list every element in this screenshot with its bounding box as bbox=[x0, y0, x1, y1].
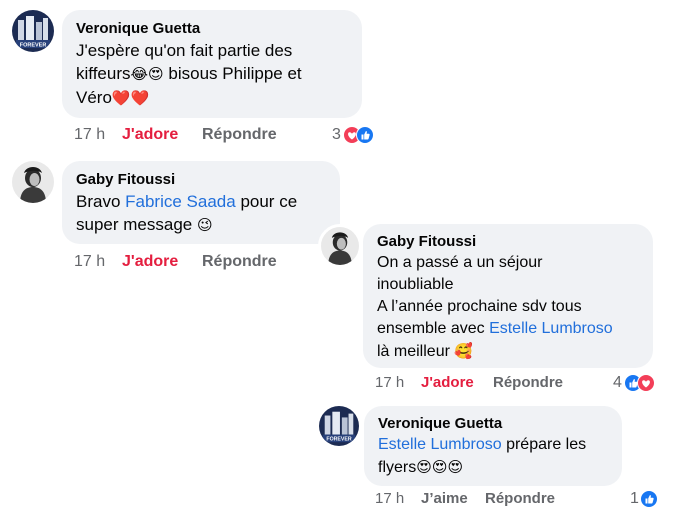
comment-bubble: Gaby Fitoussi Bravo Fabrice Saada pour c… bbox=[62, 161, 340, 244]
comment-line: kiffeurs😂😍 bisous Philippe et bbox=[76, 62, 348, 86]
comment-actions: 17 h J'adore Répondre bbox=[74, 125, 374, 145]
wink-emoji-icon: 😉 bbox=[196, 216, 213, 234]
comment-line: Bravo Fabrice Saada pour ce bbox=[76, 190, 326, 213]
reaction-count: 3 bbox=[332, 126, 341, 143]
comment-line: ensemble avec Estelle Lumbroso bbox=[377, 318, 639, 340]
text-segment: Véro bbox=[76, 88, 112, 107]
comment-bubble: Veronique Guetta J'espère qu'on fait par… bbox=[62, 10, 362, 118]
reaction-button[interactable]: J'adore bbox=[122, 252, 178, 272]
reaction-summary[interactable]: 1 bbox=[630, 489, 670, 509]
comment-bubble: Gaby Fitoussi On a passé a un séjour ino… bbox=[363, 224, 653, 368]
comment-time[interactable]: 17 h bbox=[375, 489, 404, 509]
reply-button[interactable]: Répondre bbox=[202, 125, 277, 145]
comment-text: Estelle Lumbroso prépare les flyers😍😍😍 bbox=[378, 434, 608, 479]
comment-line: là meilleur 🥰 bbox=[377, 340, 639, 363]
comment-text: Bravo Fabrice Saada pour ce super messag… bbox=[76, 190, 326, 237]
like-button[interactable]: J’aime bbox=[421, 489, 468, 509]
like-reaction-icon bbox=[640, 490, 658, 508]
svg-text:FOREVER: FOREVER bbox=[20, 43, 47, 49]
mention-link[interactable]: Estelle Lumbroso bbox=[489, 320, 613, 337]
heart-eyes-emoji-icon: 😍😍😍 bbox=[416, 458, 464, 476]
comment-line: flyers😍😍😍 bbox=[378, 456, 608, 479]
forever-logo-avatar-icon: FOREVER bbox=[12, 10, 54, 52]
reply-button[interactable]: Répondre bbox=[485, 489, 555, 509]
like-reaction-icon bbox=[356, 126, 374, 144]
text-segment: flyers bbox=[378, 459, 417, 476]
reaction-button[interactable]: J'adore bbox=[421, 373, 474, 393]
text-segment: ensemble avec bbox=[377, 320, 490, 337]
text-segment: bisous Philippe et bbox=[163, 64, 302, 83]
comment-line: Estelle Lumbroso prépare les bbox=[378, 434, 608, 456]
comment-line: super message 😉 bbox=[76, 213, 326, 237]
laugh-heart-eyes-emoji-icon: 😂😍 bbox=[130, 65, 164, 83]
comment-actions: 17 h J’aime Répondre bbox=[375, 489, 605, 509]
mention-link[interactable]: Estelle Lumbroso bbox=[378, 436, 502, 453]
mention-link[interactable]: Fabrice Saada bbox=[125, 192, 236, 211]
avatar[interactable]: FOREVER bbox=[12, 10, 54, 52]
text-segment: là meilleur bbox=[377, 343, 455, 360]
avatar[interactable] bbox=[318, 224, 362, 268]
smiling-hearts-emoji-icon: 🥰 bbox=[454, 342, 474, 360]
text-segment: pour ce bbox=[235, 192, 298, 211]
reply-button[interactable]: Répondre bbox=[202, 252, 277, 272]
reaction-summary[interactable]: 4 bbox=[613, 373, 663, 393]
love-reaction-icon bbox=[637, 374, 655, 392]
text-segment: Bravo bbox=[76, 192, 126, 211]
comment-time[interactable]: 17 h bbox=[74, 125, 105, 145]
comment-actions: 17 h J'adore Répondre bbox=[375, 373, 605, 393]
avatar[interactable]: FOREVER bbox=[319, 406, 359, 446]
comment-author[interactable]: Veronique Guetta bbox=[76, 19, 348, 39]
comment-time[interactable]: 17 h bbox=[74, 252, 105, 272]
comment-line: Véro❤️❤️ bbox=[76, 86, 348, 110]
text-segment: super message bbox=[76, 215, 197, 234]
comment-text: J'espère qu'on fait partie des kiffeurs😂… bbox=[76, 39, 348, 110]
avatar[interactable] bbox=[12, 161, 54, 203]
reaction-count: 4 bbox=[613, 374, 622, 391]
comment-author[interactable]: Veronique Guetta bbox=[378, 414, 608, 434]
red-heart-emoji-icon: ❤️❤️ bbox=[111, 89, 150, 107]
comment-line: inoubliable bbox=[377, 276, 454, 293]
comment-text: On a passé a un séjour inoubliable A l’a… bbox=[377, 252, 639, 363]
reaction-button[interactable]: J'adore bbox=[122, 125, 178, 145]
comment-bubble: Veronique Guetta Estelle Lumbroso prépar… bbox=[364, 406, 622, 486]
svg-text:FOREVER: FOREVER bbox=[326, 437, 351, 443]
comment-line: A l’année prochaine sdv tous bbox=[377, 298, 582, 315]
reaction-count: 1 bbox=[630, 490, 639, 507]
reaction-summary[interactable]: 3 bbox=[332, 125, 382, 145]
person-photo-avatar-icon bbox=[321, 227, 359, 265]
text-segment: kiffeurs bbox=[76, 64, 131, 83]
comment-author[interactable]: Gaby Fitoussi bbox=[377, 232, 639, 252]
comment-author[interactable]: Gaby Fitoussi bbox=[76, 170, 326, 190]
comment-line: On a passé a un séjour bbox=[377, 254, 543, 271]
text-segment: prépare les bbox=[501, 436, 587, 453]
reply-button[interactable]: Répondre bbox=[493, 373, 563, 393]
forever-logo-avatar-icon: FOREVER bbox=[319, 406, 359, 446]
comment-line: J'espère qu'on fait partie des bbox=[76, 41, 293, 60]
person-photo-avatar-icon bbox=[12, 161, 54, 203]
comment-time[interactable]: 17 h bbox=[375, 373, 404, 393]
